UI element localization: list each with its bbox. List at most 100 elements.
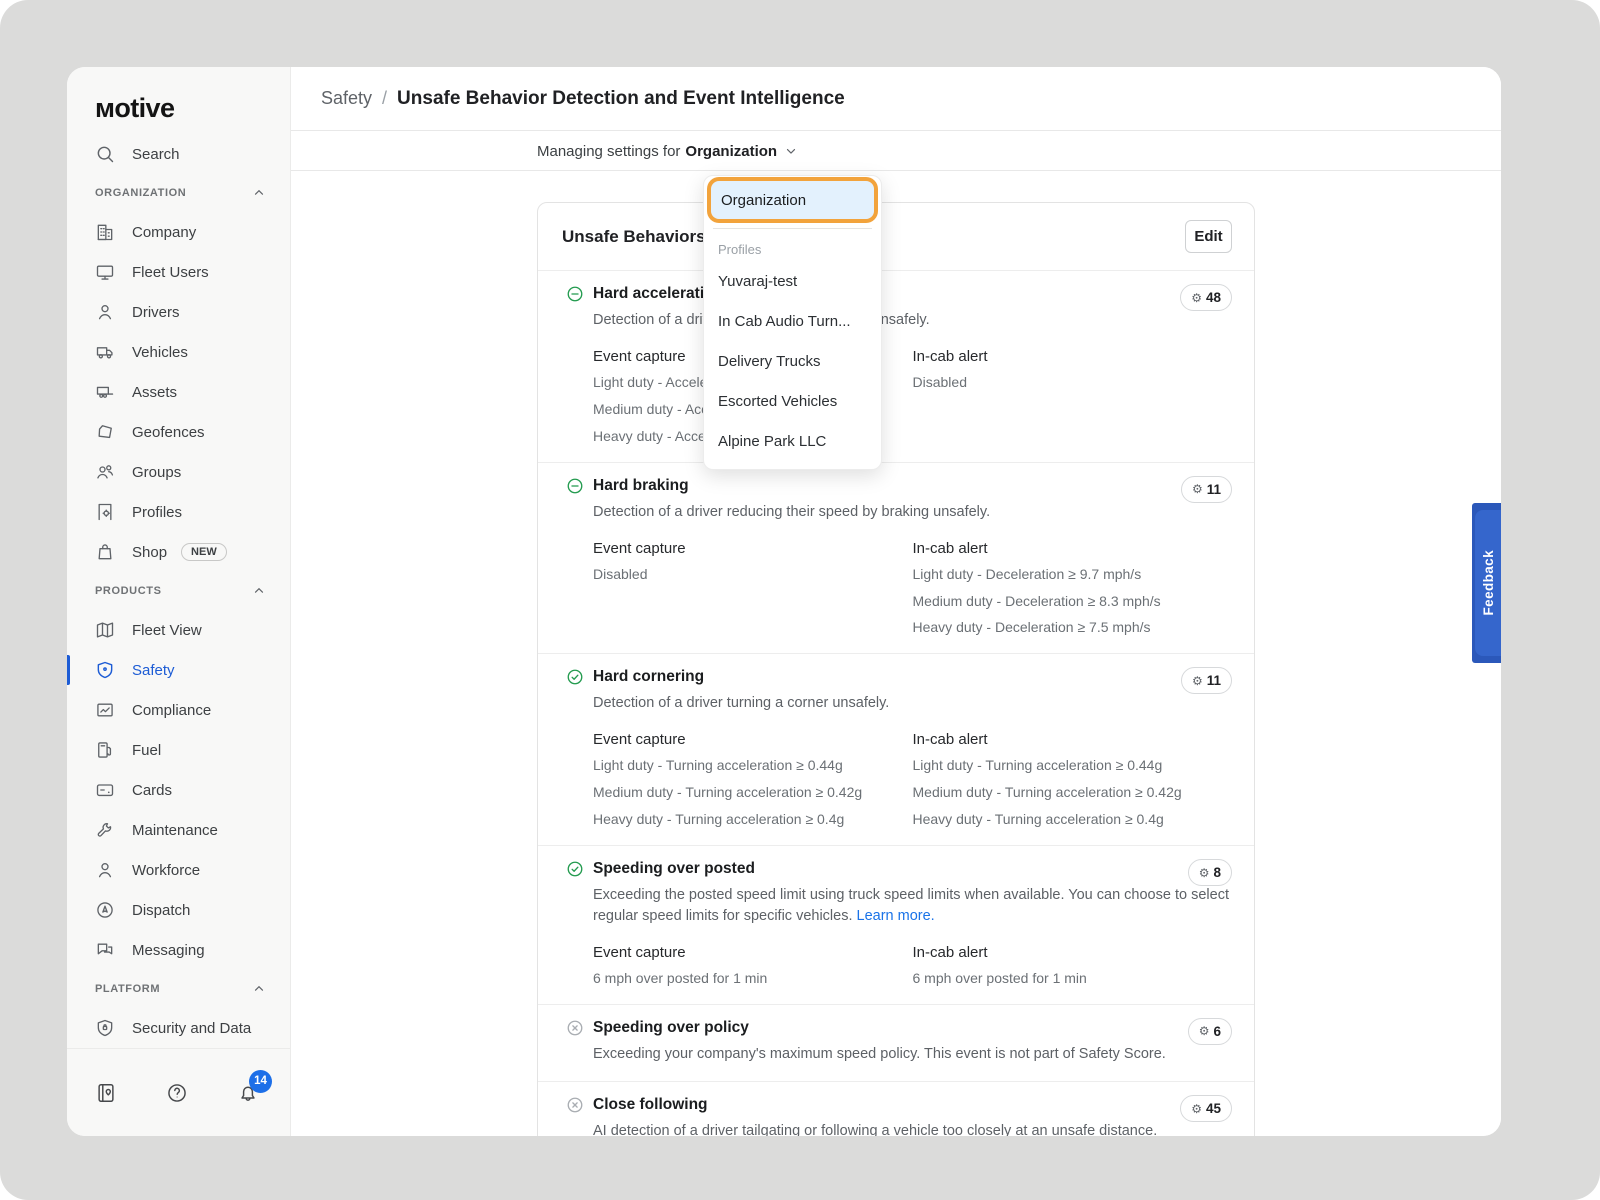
managing-settings-dropdown-trigger[interactable]: Managing settings for Organization <box>537 131 798 171</box>
sidebar-item-geofences[interactable]: Geofences <box>67 412 290 452</box>
settings-count-badge[interactable]: ⚙11 <box>1181 667 1232 694</box>
dropdown-option[interactable]: In Cab Audio Turn... <box>704 301 881 341</box>
sidebar-item-fleet-view[interactable]: Fleet View <box>67 610 290 650</box>
settings-count-badge[interactable]: ⚙11 <box>1181 476 1232 503</box>
sidebar-item-messaging[interactable]: Messaging <box>67 930 290 970</box>
compass-pin-icon <box>95 900 115 920</box>
sidebar-item-company[interactable]: Company <box>67 212 290 252</box>
settings-bar: Managing settings for Organization <box>291 131 1501 171</box>
sidebar-item-shop[interactable]: Shop NEW <box>67 532 290 572</box>
dropdown-option[interactable]: Alpine Park LLC <box>704 421 881 461</box>
event-capture-line: Light duty - Turning acceleration ≥ 0.44… <box>593 756 913 775</box>
sidebar-item-maintenance[interactable]: Maintenance <box>67 810 290 850</box>
in-cab-alert-line: Medium duty - Deceleration ≥ 8.3 mph/s <box>913 592 1233 611</box>
event-capture-column: Event capture Light duty - Turning accel… <box>593 731 913 829</box>
behavior-description: AI detection of a driver tailgating or f… <box>593 1121 1232 1136</box>
edit-button[interactable]: Edit <box>1185 220 1232 253</box>
sidebar-item-label: Dispatch <box>132 902 190 919</box>
motive-logo[interactable]: ᴍotive <box>67 67 290 134</box>
sidebar-item-label: Security and Data <box>132 1020 251 1037</box>
settings-count-badge[interactable]: ⚙45 <box>1180 1095 1232 1122</box>
sidebar-item-safety[interactable]: Safety <box>67 650 290 690</box>
minus-circle-icon <box>566 285 584 303</box>
in-cab-alert-line: Heavy duty - Deceleration ≥ 7.5 mph/s <box>913 618 1233 637</box>
gear-icon: ⚙ <box>1199 867 1210 879</box>
sidebar-item-search[interactable]: Search <box>67 134 290 174</box>
behavior-title: Close following <box>593 1096 708 1114</box>
managing-settings-prefix: Managing settings for <box>537 143 680 160</box>
app-window: ᴍotive Search ORGANIZATION Company Fleet… <box>67 67 1501 1136</box>
breadcrumb-section[interactable]: Safety <box>321 88 372 109</box>
check-circle-icon <box>566 860 584 878</box>
check-circle-icon <box>566 668 584 686</box>
sidebar-item-fleet-users[interactable]: Fleet Users <box>67 252 290 292</box>
dropdown-option[interactable]: Yuvaraj-test <box>704 261 881 301</box>
card-title: Unsafe Behaviors <box>562 227 706 247</box>
notifications-bell-icon[interactable]: 14 <box>237 1082 259 1104</box>
in-cab-alert-line: 6 mph over posted for 1 min <box>913 969 1233 988</box>
dropdown-group-label: Profiles <box>704 229 881 261</box>
sidebar-item-cards[interactable]: Cards <box>67 770 290 810</box>
feedback-tab[interactable]: Feedback <box>1472 503 1501 663</box>
active-indicator <box>67 655 70 685</box>
minus-circle-icon <box>566 477 584 495</box>
in-cab-alert-line: Light duty - Deceleration ≥ 9.7 mph/s <box>913 565 1233 584</box>
shield-icon <box>95 660 115 680</box>
gear-icon: ⚙ <box>1191 1103 1202 1115</box>
unsafe-behaviors-card: Unsafe Behaviors Edit Hard acceleration … <box>537 202 1255 1136</box>
section-label: ORGANIZATION <box>95 187 186 199</box>
sidebar: ᴍotive Search ORGANIZATION Company Fleet… <box>67 67 291 1136</box>
chevron-up-icon <box>252 982 266 996</box>
sidebar-item-drivers[interactable]: Drivers <box>67 292 290 332</box>
sidebar-item-label: Fuel <box>132 742 161 759</box>
sidebar-item-dispatch[interactable]: Dispatch <box>67 890 290 930</box>
sidebar-footer: 14 <box>67 1048 290 1136</box>
document-gear-icon <box>95 502 115 522</box>
behavior-description: Detection of a driver turning a corner u… <box>593 693 1232 714</box>
behavior-section-hard-cornering: Hard cornering ⚙11 Detection of a driver… <box>538 654 1254 846</box>
event-capture-line: Disabled <box>593 565 913 584</box>
gear-icon: ⚙ <box>1199 1025 1210 1037</box>
sidebar-item-vehicles[interactable]: Vehicles <box>67 332 290 372</box>
sidebar-item-label: Compliance <box>132 702 211 719</box>
page-header: Safety / Unsafe Behavior Detection and E… <box>291 67 1501 131</box>
shield-lock-icon <box>95 1018 115 1038</box>
gear-icon: ⚙ <box>1192 483 1203 495</box>
settings-count-badge[interactable]: ⚙6 <box>1188 1018 1232 1045</box>
main-area: Safety / Unsafe Behavior Detection and E… <box>291 67 1501 1136</box>
sidebar-item-label: Company <box>132 224 196 241</box>
sidebar-item-label: Messaging <box>132 942 205 959</box>
sidebar-item-label: Shop <box>132 544 167 561</box>
sidebar-item-profiles[interactable]: Profiles <box>67 492 290 532</box>
sidebar-item-label: Assets <box>132 384 177 401</box>
learn-more-link[interactable]: Learn more. <box>857 908 935 924</box>
settings-count-badge[interactable]: ⚙48 <box>1180 284 1232 311</box>
event-capture-label: Event capture <box>593 731 913 748</box>
sidebar-item-assets[interactable]: Assets <box>67 372 290 412</box>
dropdown-option[interactable]: Delivery Trucks <box>704 341 881 381</box>
in-cab-alert-label: In-cab alert <box>913 348 1233 365</box>
section-label: PLATFORM <box>95 983 160 995</box>
sidebar-item-workforce[interactable]: Workforce <box>67 850 290 890</box>
sidebar-section-products[interactable]: PRODUCTS <box>67 572 290 610</box>
sidebar-item-label: Cards <box>132 782 172 799</box>
sidebar-item-compliance[interactable]: Compliance <box>67 690 290 730</box>
sidebar-item-security-and-data[interactable]: Security and Data <box>67 1008 290 1048</box>
sidebar-item-label: Vehicles <box>132 344 188 361</box>
sidebar-item-fuel[interactable]: Fuel <box>67 730 290 770</box>
help-icon[interactable] <box>166 1082 188 1104</box>
event-capture-line: 6 mph over posted for 1 min <box>593 969 913 988</box>
map-icon <box>95 620 115 640</box>
logbook-icon[interactable] <box>95 1082 117 1104</box>
sidebar-item-groups[interactable]: Groups <box>67 452 290 492</box>
settings-count-badge[interactable]: ⚙8 <box>1188 859 1232 886</box>
sidebar-section-platform[interactable]: PLATFORM <box>67 970 290 1008</box>
sidebar-section-organization[interactable]: ORGANIZATION <box>67 174 290 212</box>
behavior-section-hard-acceleration: Hard acceleration ⚙48 Detection of a dri… <box>538 271 1254 463</box>
in-cab-alert-label: In-cab alert <box>913 731 1233 748</box>
in-cab-alert-column: In-cab alert Light duty - Deceleration ≥… <box>913 540 1233 638</box>
dropdown-option[interactable]: Escorted Vehicles <box>704 381 881 421</box>
chevron-down-icon <box>784 144 798 158</box>
dropdown-option-organization-selected[interactable]: Organization <box>711 181 874 219</box>
person-icon <box>95 860 115 880</box>
